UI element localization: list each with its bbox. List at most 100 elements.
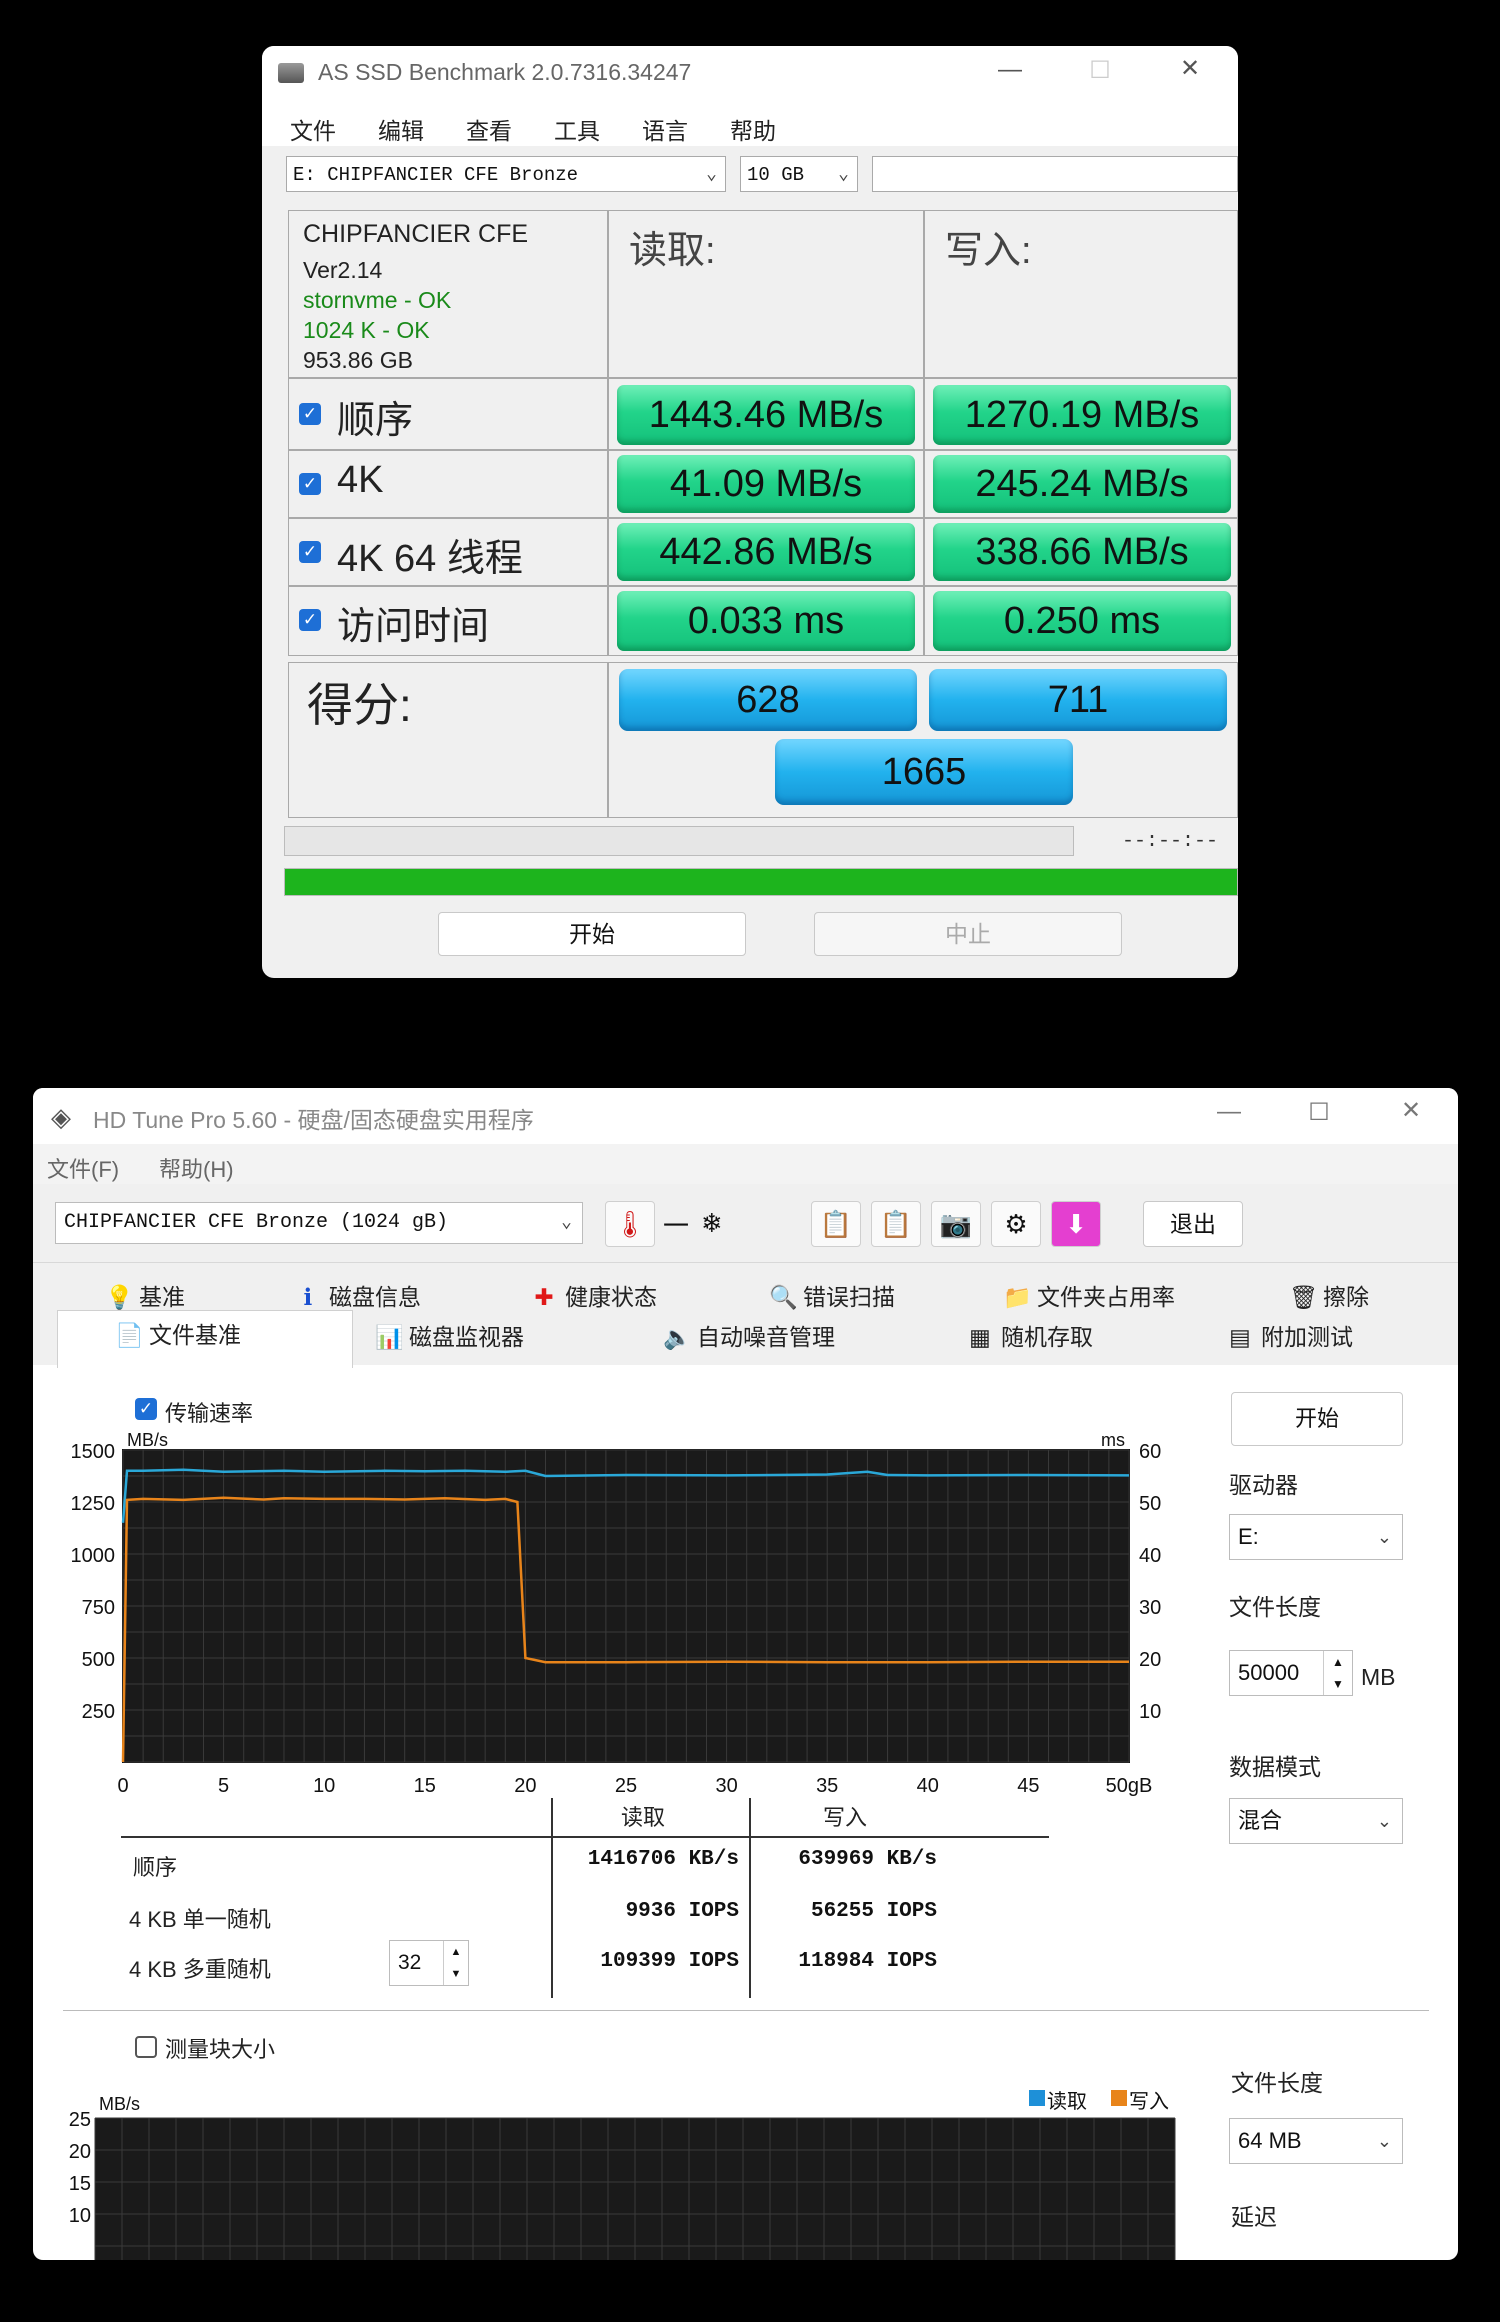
menu-help[interactable]: 帮助: [730, 112, 776, 146]
title-bar: AS SSD Benchmark 2.0.7316.34247 — ☐ ✕: [262, 46, 1238, 102]
y-left-tick-label: 750: [82, 1597, 115, 1619]
delay-label: 延迟: [1231, 2204, 1277, 2230]
tab-random-access[interactable]: ▦ 随机存取: [967, 1318, 1093, 1352]
x-tick-label: 35: [816, 1775, 838, 1797]
4k64-read-value: 442.86 MB/s: [617, 523, 915, 581]
drive-select-value: CHIPFANCIER CFE Bronze (1024 gB): [64, 1211, 449, 1234]
drive-select[interactable]: CHIPFANCIER CFE Bronze (1024 gB) ⌄: [55, 1202, 583, 1244]
row-label-cell: ✓ 访问时间: [288, 586, 608, 656]
maximize-button[interactable]: ☐: [1299, 1098, 1339, 1127]
4k64-write-cell: 338.66 MB/s: [924, 518, 1238, 586]
score-label: 得分:: [307, 679, 412, 731]
document-icon: 📄: [115, 1322, 144, 1348]
tab-label: 随机存取: [1001, 1324, 1093, 1350]
y-right-tick-label: 30: [1139, 1597, 1161, 1619]
size-select[interactable]: 10 GB ⌄: [740, 156, 858, 192]
y-right-tick-label: 60: [1139, 1441, 1161, 1463]
tab-folder-usage[interactable]: 📁 文件夹占用率: [1003, 1278, 1175, 1312]
block-size-chart: 25 20 15 10 MB/s 读取 写入: [69, 2090, 1176, 2260]
exit-button[interactable]: 退出: [1143, 1201, 1243, 1247]
as-ssd-window: AS SSD Benchmark 2.0.7316.34247 — ☐ ✕ 文件…: [262, 46, 1238, 978]
start-button[interactable]: 开始: [1231, 1392, 1403, 1446]
results-row-label: 顺序: [133, 1855, 178, 1880]
y-left-tick-label: 1000: [71, 1545, 116, 1567]
results-write-value: 118984 IOPS: [798, 1950, 937, 1973]
tab-label: 擦除: [1323, 1284, 1369, 1310]
window-title: AS SSD Benchmark 2.0.7316.34247: [318, 59, 692, 85]
menu-tools[interactable]: 工具: [554, 112, 600, 146]
x-tick-label: 40: [917, 1775, 939, 1797]
tab-health[interactable]: ✚ 健康状态: [531, 1278, 657, 1312]
y-left-axis-label: MB/s: [127, 1430, 168, 1450]
tab-erase[interactable]: 🗑 擦除: [1289, 1278, 1369, 1312]
maximize-button[interactable]: ☐: [1080, 56, 1120, 85]
menu-language[interactable]: 语言: [642, 112, 688, 146]
menu-view[interactable]: 查看: [466, 112, 512, 146]
minimize-button[interactable]: —: [990, 56, 1030, 84]
chevron-down-icon: ⌄: [706, 165, 717, 185]
tab-aam[interactable]: 🔈 自动噪音管理: [663, 1318, 835, 1352]
transfer-rate-checkbox[interactable]: ✓: [135, 1398, 157, 1420]
x-tick-label: 25: [615, 1775, 637, 1797]
menu-bar: 文件(F) 帮助(H): [33, 1144, 1458, 1184]
block-size-checkbox[interactable]: [135, 2036, 157, 2058]
access-checkbox[interactable]: ✓: [299, 609, 321, 631]
tab-benchmark[interactable]: 💡 基准: [105, 1278, 185, 1312]
stepper-icon[interactable]: ▲ ▼: [443, 1941, 468, 1985]
tab-info[interactable]: ℹ 磁盘信息: [295, 1278, 421, 1312]
copy-all-icon[interactable]: 📋: [871, 1201, 921, 1247]
write-header-cell: 写入:: [924, 210, 1238, 378]
y-axis-label: MB/s: [99, 2094, 140, 2114]
stepper-icon[interactable]: ▲ ▼: [1323, 1651, 1352, 1695]
tab-file-benchmark[interactable]: 📄 文件基准: [115, 1316, 241, 1350]
4k-checkbox[interactable]: ✓: [299, 473, 321, 495]
minimize-button[interactable]: —: [1209, 1098, 1249, 1126]
tab-label: 自动噪音管理: [697, 1324, 835, 1350]
screenshot-icon[interactable]: 📷: [931, 1201, 981, 1247]
y-right-tick-label: 40: [1139, 1545, 1161, 1567]
options-icon[interactable]: ⚙: [991, 1201, 1041, 1247]
y-right-tick-label: 10: [1139, 1701, 1161, 1723]
thermometer-icon[interactable]: 🌡: [605, 1201, 655, 1247]
tab-label: 健康状态: [565, 1284, 657, 1310]
drive-version: Ver2.14: [303, 257, 383, 283]
drive-letter-select[interactable]: E: ⌄: [1229, 1514, 1403, 1560]
menu-help[interactable]: 帮助(H): [159, 1152, 234, 1184]
close-button[interactable]: ✕: [1170, 54, 1210, 83]
file-length-input[interactable]: 50000 ▲ ▼: [1229, 1650, 1353, 1696]
score-read: 628: [619, 669, 917, 731]
x-tick-label: 15: [414, 1775, 436, 1797]
start-button[interactable]: 开始: [438, 912, 746, 956]
abort-button[interactable]: 中止: [814, 912, 1122, 956]
4k64-checkbox[interactable]: ✓: [299, 541, 321, 563]
chevron-down-icon: ⌄: [1376, 1527, 1392, 1547]
close-button[interactable]: ✕: [1391, 1096, 1431, 1125]
drive-letter-value: E:: [1238, 1524, 1259, 1549]
info-icon: ℹ: [303, 1284, 313, 1310]
tab-error-scan[interactable]: 🔍 错误扫描: [769, 1278, 895, 1312]
data-mode-label: 数据模式: [1229, 1754, 1321, 1780]
copy-info-icon[interactable]: 📋: [811, 1201, 861, 1247]
progress-fill: [285, 869, 1237, 895]
chevron-down-icon: ⌄: [561, 1213, 572, 1233]
tab-disk-monitor[interactable]: 📊 磁盘监视器: [375, 1318, 524, 1352]
seq-checkbox[interactable]: ✓: [299, 403, 321, 425]
queue-depth-stepper[interactable]: 32 ▲ ▼: [389, 1940, 469, 1986]
drive-select[interactable]: E: CHIPFANCIER CFE Bronze ⌄: [286, 156, 726, 192]
save-icon[interactable]: ⬇: [1051, 1201, 1101, 1247]
drive-capacity: 953.86 GB: [303, 347, 413, 373]
data-mode-select[interactable]: 混合 ⌄: [1229, 1798, 1403, 1844]
progress-bar: [284, 868, 1238, 896]
seq-write-value: 1270.19 MB/s: [933, 385, 1231, 445]
drive-select-value: E: CHIPFANCIER CFE Bronze: [293, 164, 579, 186]
4k-read-value: 41.09 MB/s: [617, 455, 915, 513]
tab-extra-tests[interactable]: ▤ 附加测试: [1227, 1318, 1353, 1352]
file-length-select-2[interactable]: 64 MB ⌄: [1229, 2118, 1403, 2164]
menu-edit[interactable]: 编辑: [378, 112, 424, 146]
menu-file[interactable]: 文件(F): [47, 1152, 119, 1184]
menu-file[interactable]: 文件: [290, 112, 336, 146]
health-cross-icon: ✚: [534, 1284, 554, 1310]
read-header: 读取:: [629, 230, 716, 272]
legend-write-swatch: [1111, 2090, 1127, 2106]
folder-icon: 📁: [1003, 1284, 1032, 1310]
